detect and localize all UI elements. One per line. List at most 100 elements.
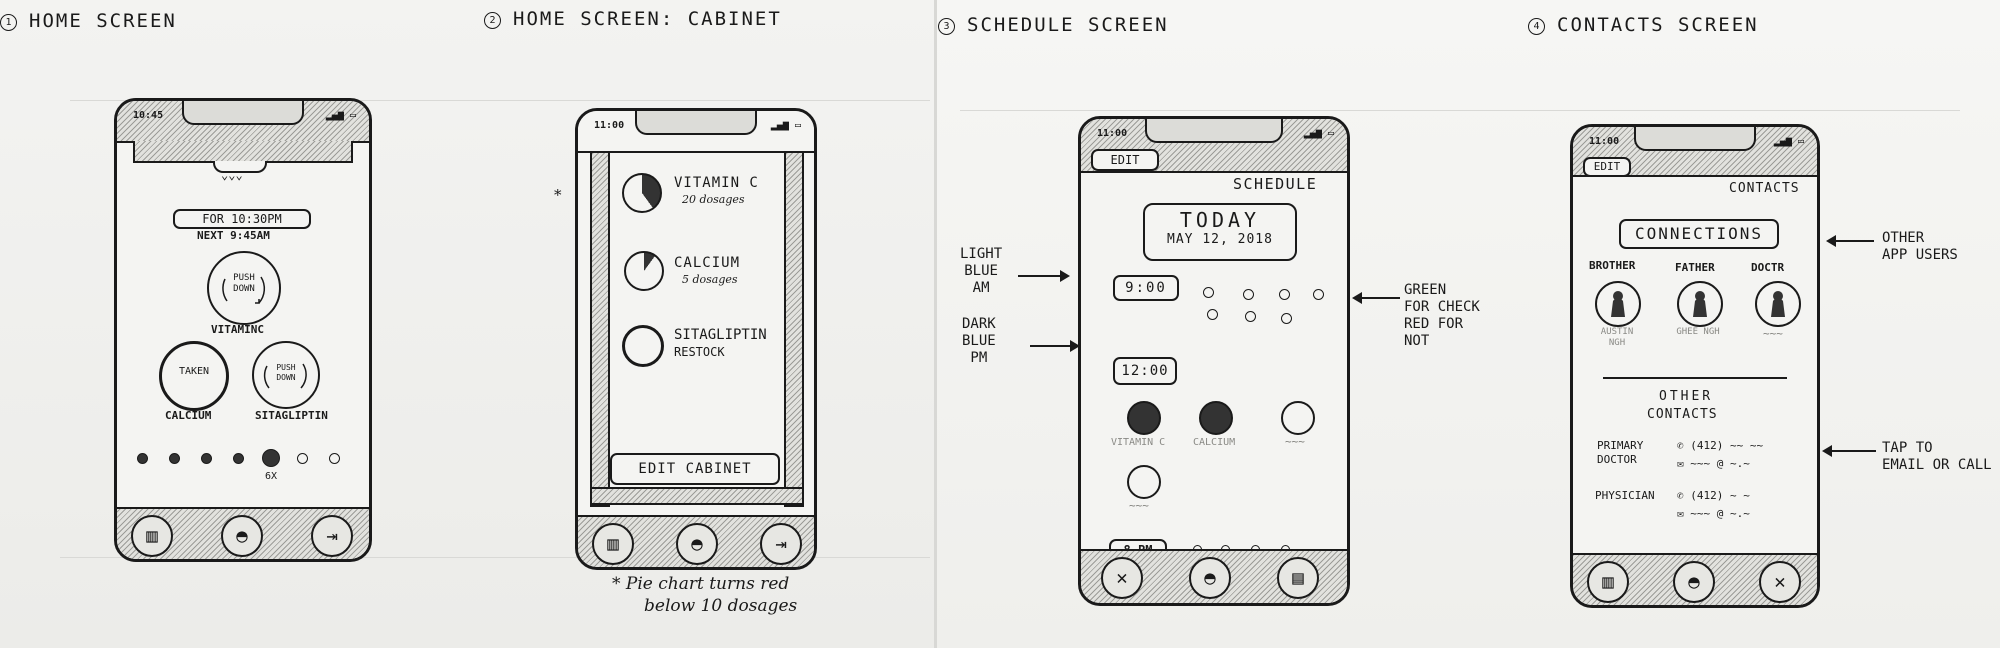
sketch-title-contacts: 4 Contacts Screen	[1528, 14, 1759, 36]
vitamin-c-pie-chart	[622, 173, 662, 213]
tab-bar: ▥ ◓ ⇥	[117, 507, 369, 559]
vitamin-label: VITAMINC	[211, 323, 264, 336]
notch	[1634, 127, 1756, 151]
primary-phone-row[interactable]: ✆ (412) ~~ ~~	[1677, 439, 1763, 452]
tab-schedule[interactable]: ⇥	[311, 515, 353, 557]
physician-phone-row[interactable]: ✆ (412) ~ ~	[1677, 489, 1750, 502]
vitamin-push-button[interactable]: PUSH DOWN	[207, 251, 281, 325]
progress-count: 6X	[265, 471, 278, 482]
status-time: 11:00	[594, 120, 625, 131]
contact-role: FATHER	[1675, 261, 1715, 274]
pill-box-icon: ▥	[607, 533, 619, 555]
dose-check-dot[interactable]	[1245, 311, 1256, 322]
edit-button[interactable]: EDIT	[1091, 149, 1159, 171]
tab-schedule[interactable]: ⇥	[760, 523, 802, 565]
tab-profile[interactable]: ◓	[1189, 557, 1231, 599]
cabinet-item-name: VITAMIN C	[674, 175, 759, 191]
empty-dose-circle[interactable]	[1127, 465, 1161, 499]
tab-cabinet[interactable]: ▥	[592, 523, 634, 565]
date-label: MAY 12, 2018	[1167, 232, 1273, 247]
tab-bar: ✕ ◓ ▤	[1081, 549, 1347, 603]
rotate-arrow-icon	[263, 363, 307, 389]
dose-check-dot[interactable]	[1243, 289, 1254, 300]
rotate-arrow-icon	[222, 276, 266, 304]
annotation-tap-to-call: TAP TO EMAIL OR CALL	[1882, 440, 1992, 473]
edit-cabinet-button[interactable]: EDIT CABINET	[610, 453, 780, 485]
pill-box-icon: ▥	[1602, 571, 1614, 593]
phone-cabinet-screen: 11:00 ▂▄▆ ▭ VITAMIN C 20 dosages CALCIUM…	[575, 108, 817, 570]
tab-cabinet[interactable]: ✕	[1101, 557, 1143, 599]
signal-battery-icon: ▂▄▆ ▭	[770, 120, 801, 131]
vitamin-c-label: VITAMIN C	[1111, 437, 1166, 448]
edit-button[interactable]: EDIT	[1583, 157, 1631, 177]
pill-cross-icon: ✕	[1774, 571, 1786, 593]
annotation-arrow	[1030, 340, 1080, 352]
progress-dot	[297, 453, 308, 464]
annotation-other-users: OTHER APP USERS	[1882, 230, 1958, 263]
time-slot-pm[interactable]: 12:00	[1113, 357, 1177, 385]
tab-profile[interactable]: ◓	[1673, 561, 1715, 603]
section-divider	[1603, 377, 1787, 379]
sketch-title-cabinet: 2 Home Screen: Cabinet	[484, 8, 782, 30]
contact-name: AUSTIN NGH	[1600, 327, 1634, 348]
chevron-down-icon: ⌄⌄⌄	[221, 168, 243, 182]
connections-title: CONNECTIONS	[1619, 219, 1779, 249]
status-bar: 11:00 ▂▄▆ ▭ EDIT	[1081, 119, 1347, 173]
placeholder-scribble: ~~~	[1285, 435, 1305, 448]
tab-cabinet[interactable]: ▥	[131, 515, 173, 557]
restock-label: RESTOCK	[674, 345, 725, 359]
contact-avatar-father[interactable]	[1677, 281, 1723, 327]
cabinet-shelf	[590, 487, 804, 505]
tab-schedule[interactable]: ✕	[1759, 561, 1801, 603]
signal-battery-icon: ▂▄▆ ▭	[1773, 136, 1804, 147]
dose-time-pill: FOR 10:30PM	[173, 209, 311, 229]
phone-schedule-screen: 11:00 ▂▄▆ ▭ EDIT SCHEDULE TODAY MAY 12, …	[1078, 116, 1350, 606]
pull-down-drawer[interactable]	[133, 141, 353, 163]
status-time: 11:00	[1097, 128, 1128, 139]
email-icon: ✉	[1677, 507, 1684, 520]
sketch-title-home: 1 Home Screen	[0, 10, 177, 32]
next-dose-label: NEXT 9:45AM	[197, 229, 270, 242]
contact-role: DOCTR	[1751, 261, 1785, 274]
person-icon: ◓	[1204, 567, 1216, 589]
cabinet-item-name: CALCIUM	[674, 255, 741, 271]
signal-battery-icon: ▂▄▆ ▭	[1303, 128, 1334, 139]
contact-avatar-brother[interactable]	[1595, 281, 1641, 327]
physician-email-row[interactable]: ✉ ~~~ @ ~.~	[1677, 507, 1750, 520]
cabinet-item-detail: 5 dosages	[682, 273, 738, 286]
phone-contacts-screen: 11:00 ▂▄▆ ▭ EDIT CONTACTS CONNECTIONS BR…	[1570, 124, 1820, 608]
progress-dot	[329, 453, 340, 464]
header-title: SCHEDULE	[1233, 175, 1318, 193]
phone-icon: ✆	[1677, 439, 1684, 452]
tab-profile[interactable]: ◓	[676, 523, 718, 565]
calendar-icon: ▤	[1292, 567, 1304, 589]
person-icon: ◓	[1688, 571, 1700, 593]
time-slot-am[interactable]: 9:00	[1113, 275, 1179, 301]
calcium-label: CALCIUM	[165, 409, 212, 422]
sitagliptin-push-button[interactable]: PUSH DOWN	[252, 341, 320, 409]
vitamin-c-dose-circle[interactable]	[1127, 401, 1161, 435]
footnote-text: * Pie chart turns red	[612, 574, 790, 594]
cabinet-door-left	[590, 151, 610, 507]
dose-check-dot[interactable]	[1279, 289, 1290, 300]
tab-profile[interactable]: ◓	[221, 515, 263, 557]
other-contacts-title: OTHER	[1659, 389, 1714, 404]
dose-check-dot[interactable]	[1313, 289, 1324, 300]
primary-email-row[interactable]: ✉ ~~~ @ ~.~	[1677, 457, 1750, 470]
dose-check-dot[interactable]	[1207, 309, 1218, 320]
dose-check-dot[interactable]	[1203, 287, 1214, 298]
calcium-dose-circle[interactable]	[1199, 401, 1233, 435]
annotation-arrow	[1822, 445, 1876, 457]
pill-cross-icon: ✕	[1116, 567, 1128, 589]
tab-cabinet[interactable]: ▥	[1587, 561, 1629, 603]
calcium-taken-button[interactable]: TAKEN	[159, 341, 229, 411]
dose-check-dot[interactable]	[1281, 313, 1292, 324]
notch	[635, 111, 757, 135]
person-icon	[1771, 291, 1785, 317]
contact-avatar-doctor[interactable]	[1755, 281, 1801, 327]
tab-schedule[interactable]: ▤	[1277, 557, 1319, 599]
empty-dose-circle[interactable]	[1281, 401, 1315, 435]
status-bar: 10:45 ▂▄▆ ▭	[117, 101, 369, 143]
footnote-marker: *	[554, 186, 562, 204]
progress-dot	[201, 453, 212, 464]
